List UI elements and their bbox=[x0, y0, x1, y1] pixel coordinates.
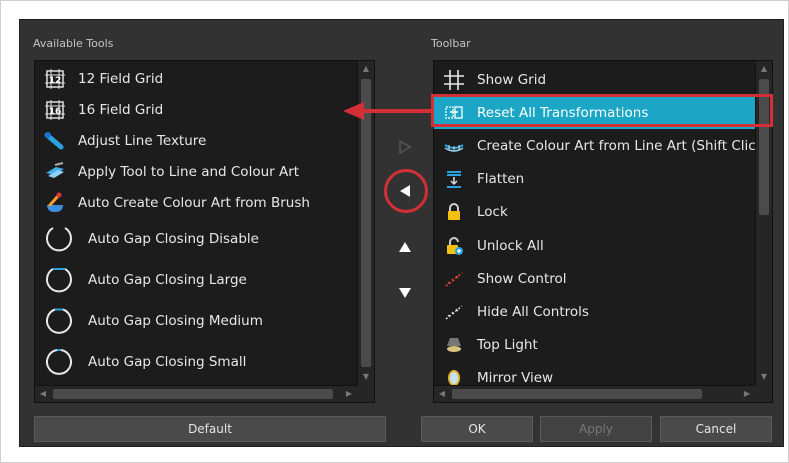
list-item-label: Auto Create Colour Art from Brush bbox=[78, 194, 310, 211]
list-item-label: Hide All Controls bbox=[477, 303, 589, 320]
list-item[interactable]: Hide All Controls bbox=[434, 295, 755, 328]
scroll-down-icon[interactable]: ▼ bbox=[358, 369, 374, 385]
available-tools-items: 12 12 Field Grid 16 16 Field Grid Adjust… bbox=[35, 63, 357, 385]
top-light-icon bbox=[443, 334, 465, 356]
horizontal-scrollbar[interactable]: ◀ ▶ bbox=[35, 385, 357, 402]
scroll-thumb[interactable] bbox=[53, 389, 333, 399]
gap-circle-medium-icon bbox=[44, 306, 74, 336]
list-item[interactable]: Lock bbox=[434, 196, 755, 229]
list-item-label: Mirror View bbox=[477, 370, 554, 385]
callout-arrow-icon bbox=[343, 102, 433, 120]
brush-bucket-icon bbox=[42, 190, 68, 216]
list-item-label: Create Colour Art from Line Art (Shift C… bbox=[477, 137, 755, 154]
list-item-label: Auto Gap Closing Large bbox=[88, 271, 247, 288]
scroll-down-icon[interactable]: ▼ bbox=[756, 369, 772, 385]
list-item-label: Auto Gap Closing Small bbox=[88, 353, 247, 370]
list-item[interactable]: Auto Create Colour Art from Brush bbox=[35, 187, 357, 218]
mirror-icon bbox=[443, 367, 465, 385]
scroll-thumb[interactable] bbox=[452, 389, 702, 399]
create-colour-art-icon bbox=[443, 135, 465, 157]
grid-icon bbox=[443, 69, 465, 91]
toolbar-manager-dialog: Available Tools Toolbar 12 12 Field Grid… bbox=[19, 19, 784, 447]
list-item[interactable]: Top Light bbox=[434, 329, 755, 362]
gap-circle-large-icon bbox=[44, 265, 74, 295]
list-item[interactable]: Auto Gap Closing Large bbox=[35, 259, 357, 300]
screenshot-frame: Available Tools Toolbar 12 12 Field Grid… bbox=[0, 0, 789, 463]
hide-controls-icon bbox=[443, 301, 465, 323]
toolbar-label: Toolbar bbox=[431, 37, 471, 50]
available-tools-list[interactable]: 12 12 Field Grid 16 16 Field Grid Adjust… bbox=[34, 60, 375, 403]
list-item[interactable]: 16 16 Field Grid bbox=[35, 94, 357, 125]
brush-line-icon bbox=[42, 128, 68, 154]
list-item-label: 16 Field Grid bbox=[78, 101, 164, 118]
list-item-label: Auto Gap Closing Medium bbox=[88, 312, 263, 329]
list-item[interactable]: Auto Gap Closing Disable bbox=[35, 218, 357, 259]
flatten-icon bbox=[443, 168, 465, 190]
layers-icon bbox=[42, 159, 68, 185]
list-item[interactable]: Auto Gap Closing Small bbox=[35, 341, 357, 382]
cancel-button[interactable]: Cancel bbox=[660, 416, 772, 442]
list-item-label: Show Grid bbox=[477, 71, 547, 88]
scroll-up-icon[interactable]: ▲ bbox=[358, 61, 374, 77]
svg-text:16: 16 bbox=[49, 107, 62, 117]
grid-16-icon: 16 bbox=[42, 97, 68, 123]
list-item[interactable]: Create Colour Art from Line Art (Shift C… bbox=[434, 129, 755, 162]
lock-icon bbox=[443, 201, 465, 223]
list-item-label: Flatten bbox=[477, 171, 525, 188]
scroll-left-icon[interactable]: ◀ bbox=[35, 386, 51, 402]
horizontal-scrollbar[interactable]: ◀ ▶ bbox=[434, 385, 755, 402]
list-item-label: 12 Field Grid bbox=[78, 70, 164, 87]
list-item[interactable]: Adjust Line Texture bbox=[35, 125, 357, 156]
apply-button[interactable]: Apply bbox=[540, 416, 652, 442]
list-item[interactable]: Mirror View bbox=[434, 362, 755, 385]
list-item[interactable]: 12 12 Field Grid bbox=[35, 63, 357, 94]
list-item-label: Apply Tool to Line and Colour Art bbox=[78, 163, 300, 180]
scroll-left-icon[interactable]: ◀ bbox=[434, 386, 450, 402]
scroll-up-icon[interactable]: ▲ bbox=[756, 61, 772, 77]
list-item-label: Unlock All bbox=[477, 237, 544, 254]
available-tools-label: Available Tools bbox=[33, 37, 114, 50]
list-item-label: Adjust Line Texture bbox=[78, 132, 207, 149]
list-item-label: Lock bbox=[477, 204, 508, 221]
gap-circle-icon bbox=[44, 224, 74, 254]
list-item[interactable]: Apply Tool to Line and Colour Art bbox=[35, 156, 357, 187]
gap-circle-small-icon bbox=[44, 347, 74, 377]
list-item[interactable]: Flatten bbox=[434, 163, 755, 196]
unlock-icon bbox=[443, 235, 465, 257]
list-item[interactable]: Auto Gap Closing Medium bbox=[35, 300, 357, 341]
grid-12-icon: 12 bbox=[42, 66, 68, 92]
scroll-thumb[interactable] bbox=[361, 79, 371, 367]
list-item-label: Top Light bbox=[477, 337, 538, 354]
show-control-icon bbox=[443, 268, 465, 290]
scroll-right-icon[interactable]: ▶ bbox=[341, 386, 357, 402]
svg-text:12: 12 bbox=[49, 76, 62, 86]
list-item[interactable]: Show Control bbox=[434, 262, 755, 295]
move-up-button[interactable] bbox=[394, 236, 416, 258]
list-item-label: Show Control bbox=[477, 270, 567, 287]
move-down-button[interactable] bbox=[394, 282, 416, 304]
list-item[interactable]: Unlock All bbox=[434, 229, 755, 262]
list-item[interactable]: Show Grid bbox=[434, 63, 755, 96]
remove-button-callout-circle bbox=[384, 169, 428, 213]
scroll-right-icon[interactable]: ▶ bbox=[739, 386, 755, 402]
scroll-corner bbox=[357, 385, 374, 402]
scroll-corner bbox=[755, 385, 772, 402]
list-item-label: Auto Gap Closing Disable bbox=[88, 230, 259, 247]
add-tool-button[interactable] bbox=[394, 136, 416, 158]
default-button[interactable]: Default bbox=[34, 416, 386, 442]
selection-callout-box bbox=[431, 94, 773, 127]
ok-button[interactable]: OK bbox=[421, 416, 533, 442]
